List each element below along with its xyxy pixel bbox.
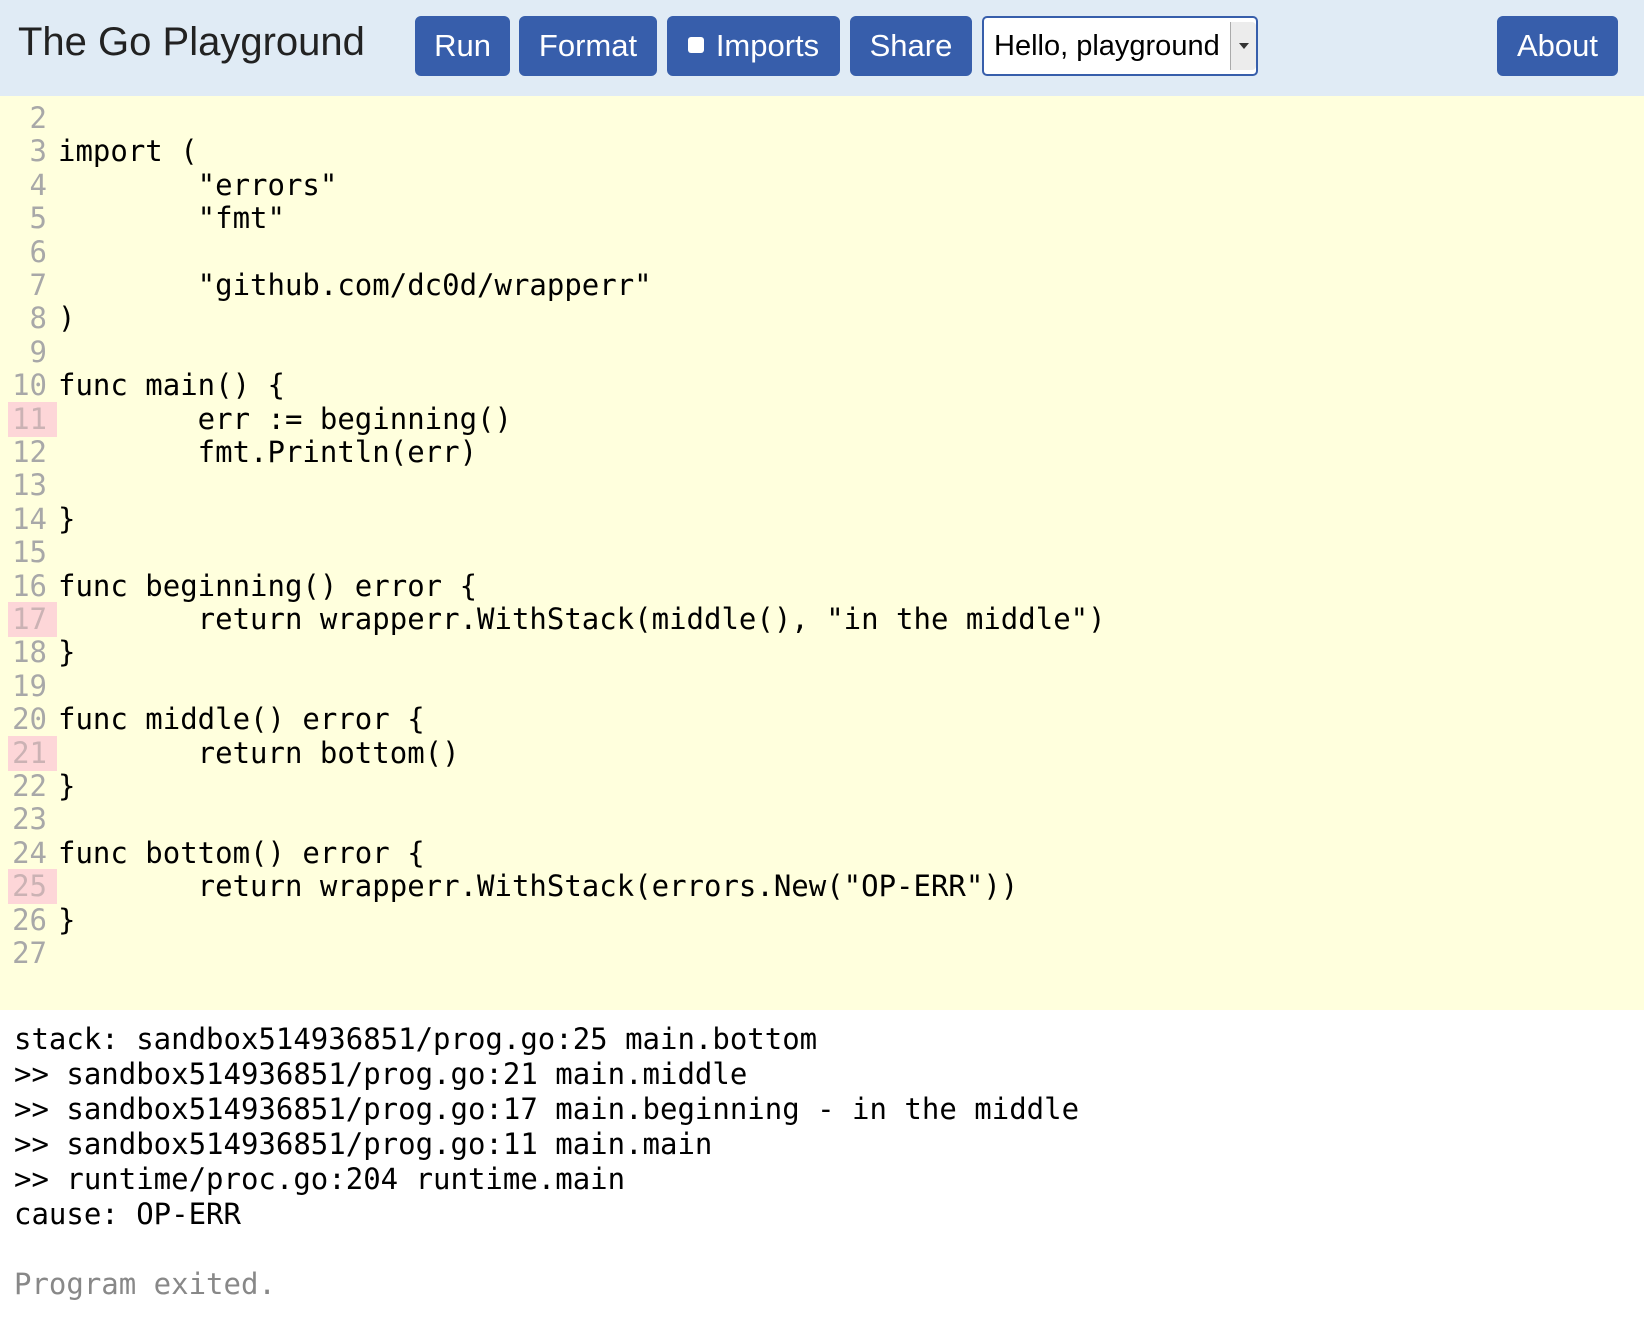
share-button[interactable]: Share (850, 16, 972, 76)
page-title: The Go Playground (18, 20, 365, 64)
code-line[interactable]: 7 "github.com/dc0d/wrapperr" (0, 268, 1644, 303)
code-line[interactable]: 17 return wrapperr.WithStack(middle(), "… (0, 602, 1644, 637)
code-text: "github.com/dc0d/wrapperr" (58, 268, 652, 302)
line-number: 14 (12, 501, 47, 536)
code-line[interactable]: 10 func main() { (0, 368, 1644, 403)
code-line[interactable]: 24 func bottom() error { (0, 836, 1644, 871)
line-number: 8 (29, 301, 47, 336)
error-line-number: 17 (8, 602, 57, 637)
example-select-value: Hello, playground (994, 30, 1220, 62)
top-bar: The Go Playground Run Format Imports Sha… (0, 0, 1644, 96)
code-text: } (58, 769, 76, 803)
code-text: "fmt" (58, 201, 285, 236)
code-line[interactable]: 11 err := beginning() (0, 401, 1644, 437)
output-line: >> runtime/proc.go:204 runtime.main (14, 1162, 626, 1196)
output-line: >> sandbox514936851/prog.go:21 main.midd… (14, 1057, 748, 1091)
code-line[interactable]: 9 (0, 335, 1644, 370)
line-number: 15 (12, 535, 47, 570)
error-line-number: 25 (8, 869, 57, 905)
about-button-label: About (1516, 28, 1598, 63)
code-line[interactable]: 15 (0, 535, 1644, 570)
code-text: } (58, 501, 76, 536)
line-number: 5 (29, 201, 47, 236)
exit-message: Program exited. (14, 1267, 276, 1301)
line-number: 3 (29, 134, 47, 169)
line-number: 27 (12, 936, 47, 970)
code-line[interactable]: 6 (0, 235, 1644, 270)
code-text: func beginning() error { (58, 568, 478, 603)
code-line[interactable]: 5 "fmt" (0, 201, 1644, 236)
line-number: 12 (12, 435, 47, 469)
line-number: 19 (12, 668, 47, 703)
code-line[interactable]: 3 import ( (0, 134, 1644, 169)
line-number: 6 (29, 234, 47, 269)
line-number: 16 (12, 568, 47, 603)
code-line[interactable]: 13 (0, 468, 1644, 503)
line-number: 22 (12, 769, 47, 803)
code-line[interactable]: 12 fmt.Println(err) (0, 435, 1644, 470)
output-line: stack: sandbox514936851/prog.go:25 main.… (14, 1022, 818, 1056)
code-text: return wrapperr.WithStack(errors.New("OP… (58, 869, 1019, 904)
error-line-number: 21 (8, 735, 57, 771)
line-number: 24 (12, 835, 47, 870)
program-output: stack: sandbox514936851/prog.go:25 main.… (0, 1010, 1644, 1344)
line-number: 20 (12, 702, 47, 737)
line-number: 18 (12, 635, 47, 670)
about-button[interactable]: About (1497, 16, 1618, 76)
imports-toggle[interactable]: Imports (667, 16, 840, 76)
example-select[interactable]: Hello, playground (982, 16, 1258, 76)
imports-checkbox[interactable] (687, 36, 704, 53)
code-editor[interactable]: 2 3 import (4 "errors" 5 "fmt" 6 7 "github.co… (0, 96, 1644, 1010)
code-text: err := beginning() (58, 401, 512, 436)
code-line[interactable]: 16 func beginning() error { (0, 569, 1644, 604)
output-line: >> sandbox514936851/prog.go:17 main.begi… (14, 1092, 1080, 1126)
line-number: 13 (12, 468, 47, 503)
code-text: return wrapperr.WithStack(middle(), "in … (58, 602, 1106, 636)
code-text: func main() { (58, 368, 285, 403)
code-text: import ( (58, 134, 198, 169)
code-line[interactable]: 8) (0, 301, 1644, 336)
run-button[interactable]: Run (415, 16, 510, 76)
code-line[interactable]: 26} (0, 903, 1644, 938)
format-button[interactable]: Format (519, 16, 657, 76)
share-button-label: Share (869, 28, 953, 63)
code-text: func middle() error { (58, 702, 425, 737)
line-number: 9 (29, 334, 47, 369)
format-button-label: Format (538, 28, 638, 63)
code-line[interactable]: 25 return wrapperr.WithStack(errors.New(… (0, 869, 1644, 905)
line-number: 4 (29, 167, 47, 202)
code-line[interactable]: 23 (0, 802, 1644, 837)
chevron-down-icon[interactable] (1230, 22, 1256, 70)
line-number: 7 (29, 268, 47, 302)
code-line[interactable]: 27 (0, 936, 1644, 971)
code-line[interactable]: 20 func middle() error { (0, 702, 1644, 737)
line-number: 10 (12, 368, 47, 403)
code-line[interactable]: 2 (0, 101, 1644, 136)
code-text: func bottom() error { (58, 835, 425, 870)
line-number: 23 (12, 802, 47, 837)
code-line[interactable]: 22} (0, 769, 1644, 804)
code-text: ) (58, 301, 76, 336)
code-line[interactable]: 4 "errors" (0, 168, 1644, 203)
code-text: } (58, 902, 76, 937)
code-text: fmt.Println(err) (58, 435, 478, 469)
run-button-label: Run (434, 28, 491, 63)
line-number: 26 (12, 902, 47, 937)
code-line[interactable]: 14} (0, 502, 1644, 537)
code-text: "errors" (58, 167, 338, 202)
line-number: 2 (29, 101, 47, 135)
code-text: return bottom() (58, 735, 460, 770)
code-line[interactable]: 18} (0, 635, 1644, 670)
output-spacer (14, 1232, 1644, 1267)
output-line: >> sandbox514936851/prog.go:11 main.main (14, 1127, 713, 1161)
code-line[interactable]: 21 return bottom() (0, 735, 1644, 771)
output-line: cause: OP-ERR (14, 1197, 241, 1231)
code-line[interactable]: 19 (0, 669, 1644, 704)
code-text: } (58, 635, 76, 670)
error-line-number: 11 (8, 401, 57, 437)
imports-label: Imports (715, 28, 820, 63)
